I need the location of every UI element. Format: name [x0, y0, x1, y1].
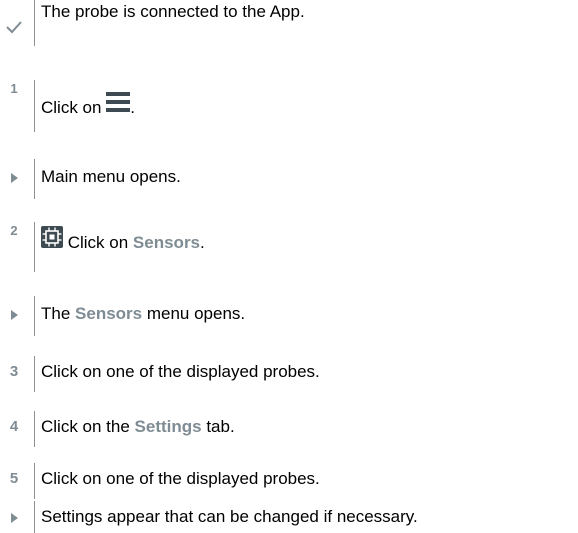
step-text: Main menu opens. — [41, 167, 181, 187]
step-number: 2 — [10, 223, 18, 238]
step-divider — [34, 356, 35, 392]
step-number: 5 — [9, 470, 19, 487]
result-row: The Sensors menu opens. — [0, 296, 578, 336]
step-divider — [34, 159, 35, 199]
result-text: Main menu opens. — [41, 167, 181, 186]
step-1: 1 Click on . — [0, 80, 578, 132]
result-arrow-icon — [0, 511, 28, 529]
step-text-part: The — [41, 304, 76, 323]
step-text-part: . — [130, 98, 135, 117]
step-2: 2 Click on Sensors. — [0, 222, 578, 272]
result-text: Settings appear that can be changed if n… — [41, 507, 418, 526]
step-text: Click on one of the displayed probes. — [41, 362, 320, 382]
result-row: Settings appear that can be changed if n… — [0, 497, 578, 533]
step-divider — [34, 0, 35, 46]
step-text: The Sensors menu opens. — [41, 304, 245, 324]
step-divider — [34, 80, 35, 132]
step-number: 4 — [9, 418, 19, 435]
step-divider — [34, 501, 35, 533]
step-text: Settings appear that can be changed if n… — [41, 507, 418, 527]
hamburger-menu-icon — [106, 92, 131, 117]
step-3: 3 Click on one of the displayed probes. — [0, 356, 578, 392]
step-text: Click on one of the displayed probes. — [41, 469, 320, 489]
instruction-list: The probe is connected to the App. 1 Cli… — [0, 0, 578, 533]
step-text-part: menu opens. — [142, 304, 246, 323]
step-text-part: Click on one of the displayed probes. — [41, 469, 320, 488]
result-arrow-icon — [0, 308, 28, 326]
step-text-part: Click on one of the displayed probes. — [41, 362, 320, 381]
result-row: Main menu opens. — [0, 159, 578, 199]
step-text-part: tab. — [201, 417, 235, 436]
step-divider — [34, 222, 35, 272]
step-text: Click on . — [41, 92, 135, 118]
precondition-text: The probe is connected to the App. — [41, 2, 305, 21]
step-text-part: Click on — [41, 98, 107, 117]
result-arrow-icon — [0, 171, 28, 189]
step-text-part: . — [200, 233, 205, 252]
step-text-part: Click on the — [41, 417, 135, 436]
step-4: 4 Click on the Settings tab. — [0, 411, 578, 447]
step-text: The probe is connected to the App. — [41, 2, 305, 22]
sensors-highlight: Sensors — [132, 233, 201, 252]
step-text-part: Click on — [63, 233, 133, 252]
step-number: 1 — [10, 81, 18, 96]
step-divider — [34, 463, 35, 499]
sensor-chip-icon — [41, 226, 63, 253]
step-text: Click on Sensors. — [41, 226, 205, 253]
sensors-highlight: Sensors — [75, 304, 143, 323]
step-number: 3 — [9, 363, 19, 380]
step-divider — [34, 296, 35, 336]
settings-highlight: Settings — [134, 417, 202, 436]
step-5: 5 Click on one of the displayed probes. — [0, 463, 578, 499]
check-icon — [0, 20, 28, 39]
precondition-row: The probe is connected to the App. — [0, 0, 578, 46]
step-divider — [34, 411, 35, 447]
step-text: Click on the Settings tab. — [41, 417, 235, 437]
